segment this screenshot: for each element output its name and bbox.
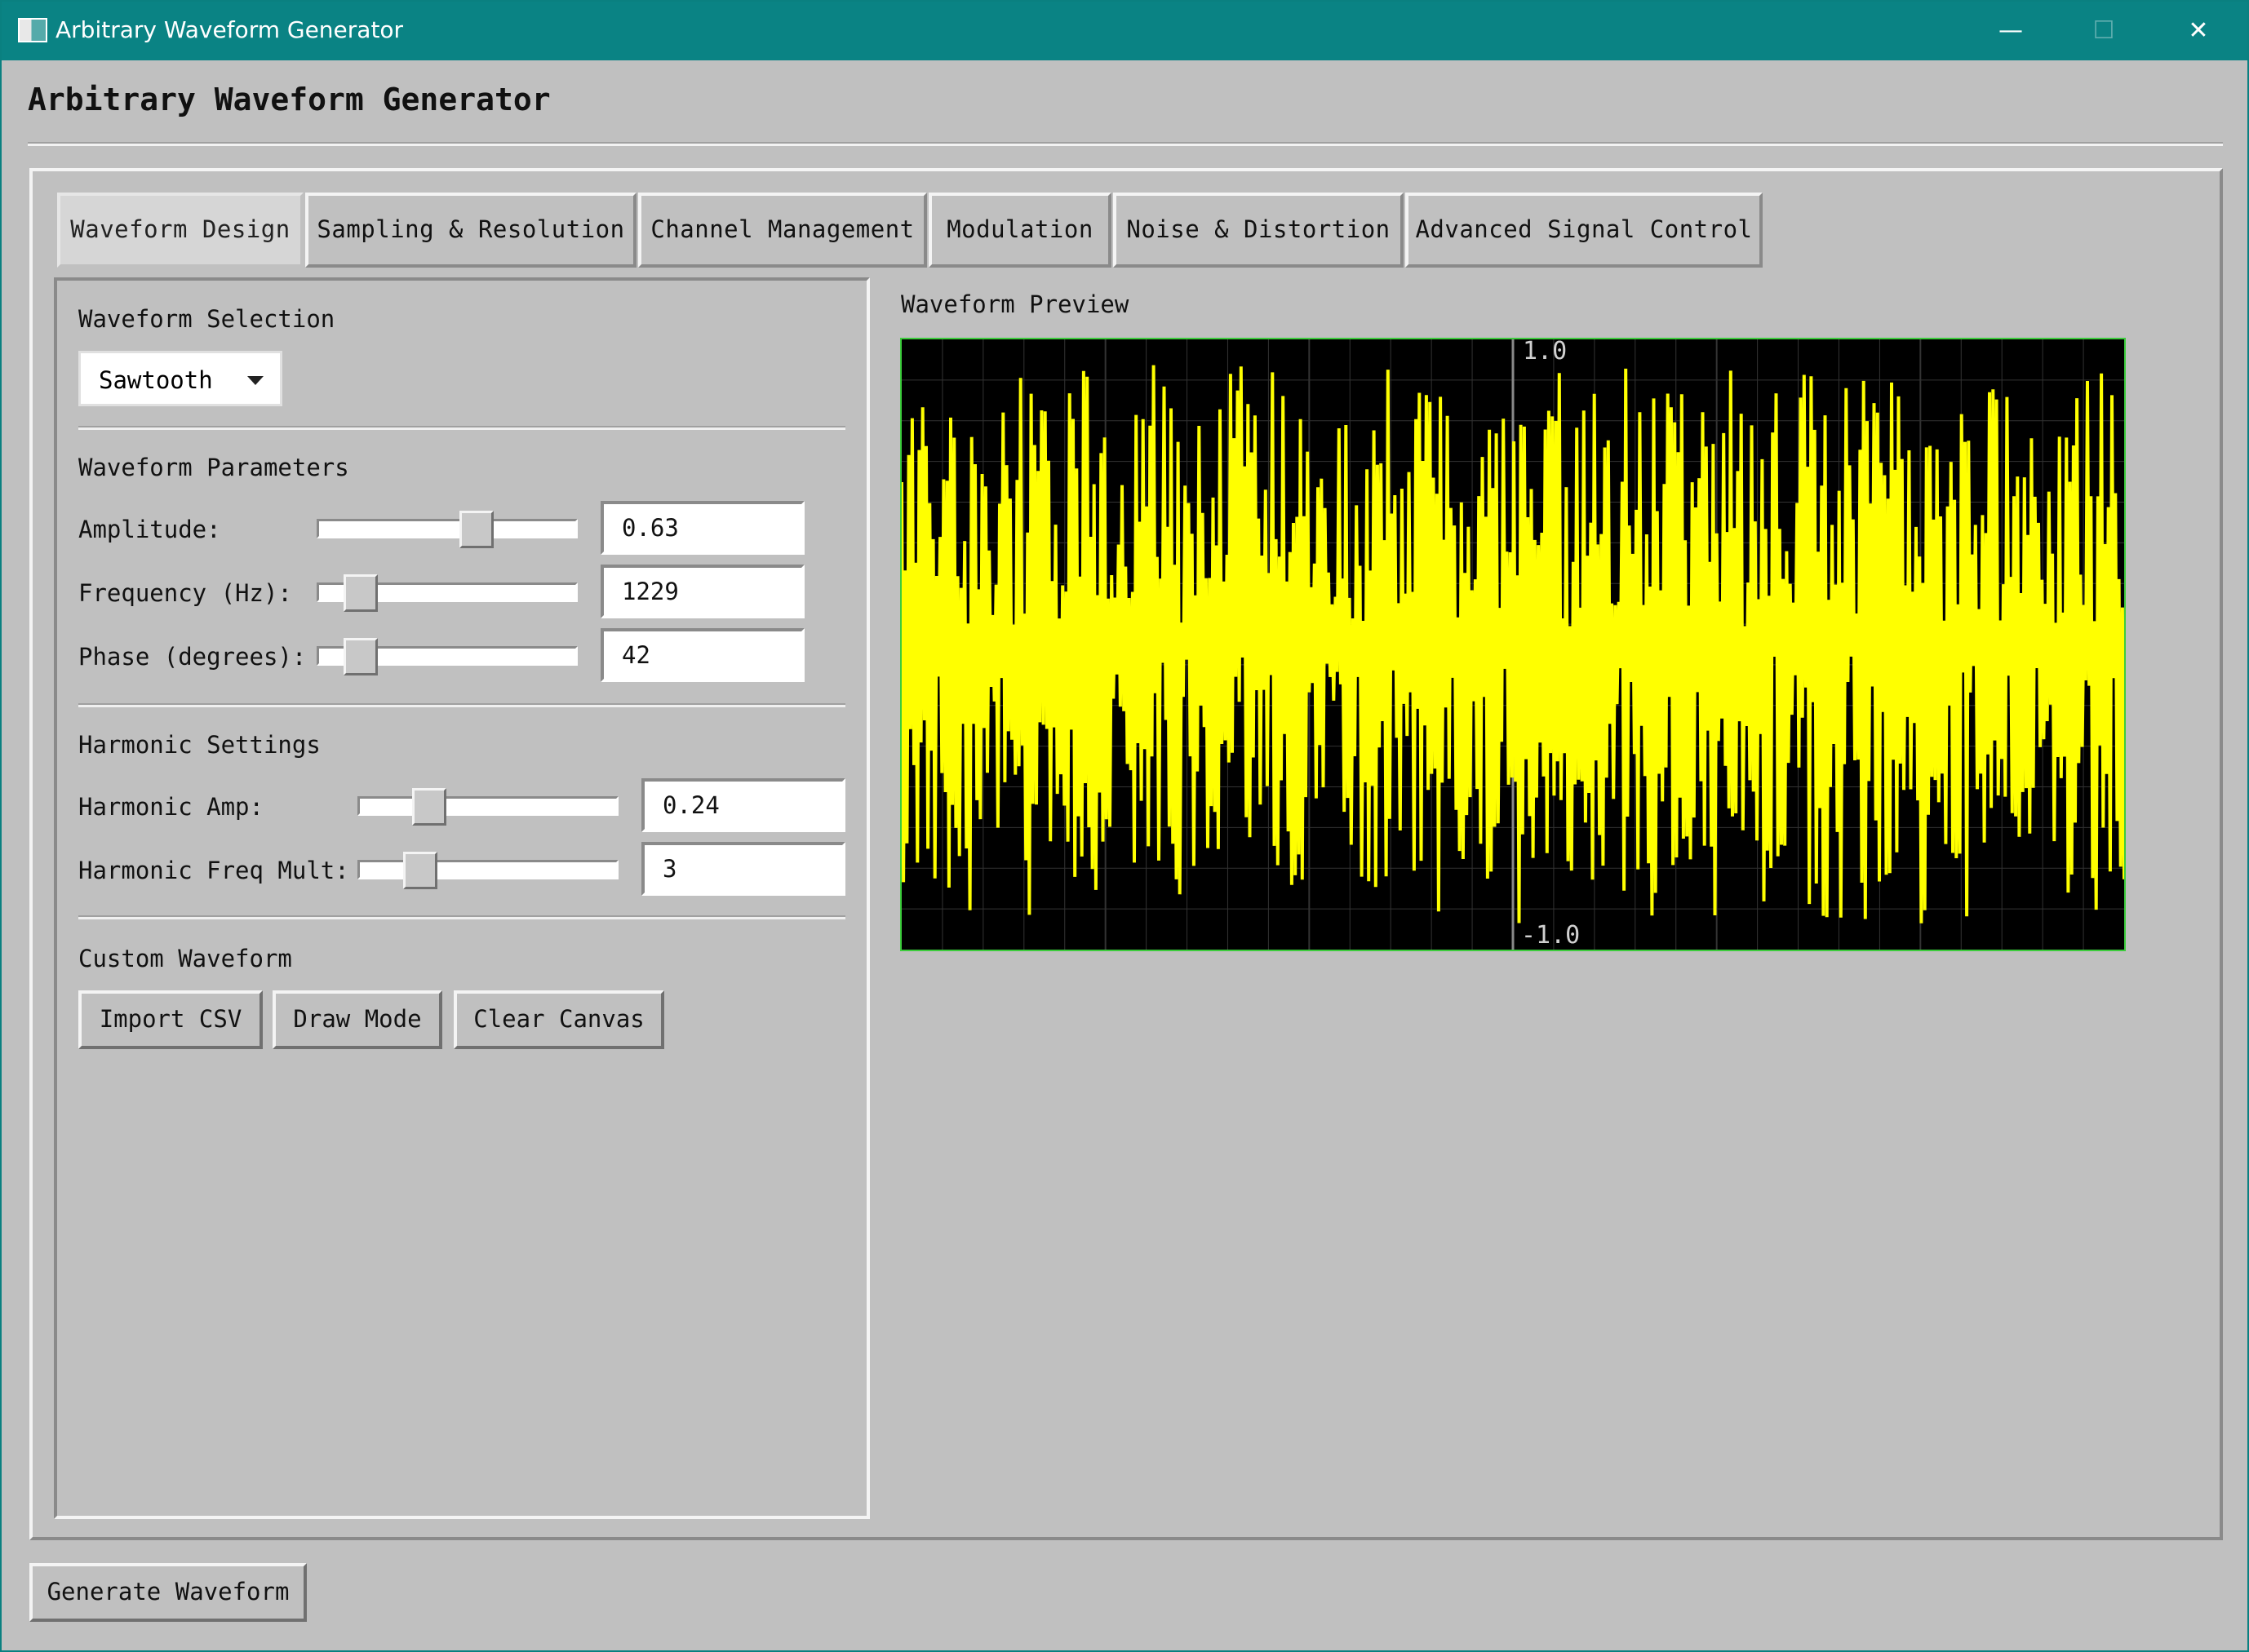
- slider-track[interactable]: [357, 860, 619, 879]
- tab-advanced-signal-control[interactable]: Advanced Signal Control: [1405, 193, 1763, 268]
- harmonic-amp-label: Harmonic Amp:: [78, 793, 264, 821]
- slider-thumb[interactable]: [344, 638, 378, 675]
- phase-field[interactable]: 42: [601, 628, 805, 682]
- section-divider: [78, 703, 845, 707]
- waveform-parameters-heading: Waveform Parameters: [78, 454, 349, 481]
- slider-thumb[interactable]: [412, 788, 446, 826]
- slider-track[interactable]: [357, 796, 619, 816]
- waveform-type-value: Sawtooth: [99, 366, 213, 394]
- section-divider: [78, 915, 845, 919]
- harmonic-settings-heading: Harmonic Settings: [78, 731, 321, 759]
- app-icon: [18, 18, 47, 42]
- waveform-preview-title: Waveform Preview: [901, 290, 1129, 318]
- frequency-slider[interactable]: [317, 574, 578, 612]
- tab-sampling-resolution[interactable]: Sampling & Resolution: [305, 193, 637, 268]
- amplitude-label: Amplitude:: [78, 516, 221, 543]
- waveform-chart: 1.0 -1.0: [902, 339, 2124, 950]
- tab-noise-distortion[interactable]: Noise & Distortion: [1113, 193, 1404, 268]
- tab-channel-management[interactable]: Channel Management: [638, 193, 927, 268]
- slider-thumb[interactable]: [459, 511, 494, 548]
- slider-track[interactable]: [317, 519, 578, 538]
- harmonic-freq-mult-label: Harmonic Freq Mult:: [78, 857, 349, 884]
- clear-canvas-button[interactable]: Clear Canvas: [454, 990, 664, 1049]
- minimize-icon[interactable]: —: [1986, 13, 2035, 49]
- close-icon[interactable]: ✕: [2174, 13, 2223, 49]
- harmonic-amp-field[interactable]: 0.24: [641, 778, 845, 832]
- waveform-type-select[interactable]: Sawtooth: [78, 351, 282, 406]
- custom-waveform-heading: Custom Waveform: [78, 945, 292, 972]
- phase-label: Phase (degrees):: [78, 643, 307, 671]
- tab-waveform-design[interactable]: Waveform Design: [57, 193, 304, 268]
- harmonic-freq-mult-slider[interactable]: [357, 852, 619, 889]
- page-title: Arbitrary Waveform Generator: [28, 82, 551, 117]
- header-divider: [28, 142, 2223, 146]
- harmonic-amp-slider[interactable]: [357, 788, 619, 826]
- amplitude-field[interactable]: 0.63: [601, 501, 805, 555]
- title-bar[interactable]: Arbitrary Waveform Generator — ☐ ✕: [2, 2, 2247, 60]
- generate-waveform-button[interactable]: Generate Waveform: [29, 1563, 307, 1622]
- tab-modulation[interactable]: Modulation: [929, 193, 1111, 268]
- harmonic-freq-mult-field[interactable]: 3: [641, 842, 845, 896]
- import-csv-button[interactable]: Import CSV: [78, 990, 263, 1049]
- draw-mode-button[interactable]: Draw Mode: [273, 990, 442, 1049]
- maximize-icon[interactable]: ☐: [2079, 13, 2128, 49]
- chevron-down-icon: [247, 376, 264, 385]
- y-min-label: -1.0: [1521, 921, 1580, 950]
- slider-thumb[interactable]: [403, 852, 437, 889]
- frequency-field[interactable]: 1229: [601, 565, 805, 618]
- app-window: Arbitrary Waveform Generator — ☐ ✕ Arbit…: [0, 0, 2249, 1652]
- frequency-label: Frequency (Hz):: [78, 579, 292, 607]
- waveform-preview-canvas[interactable]: 1.0 -1.0: [900, 338, 2126, 951]
- amplitude-slider[interactable]: [317, 511, 578, 548]
- window-title: Arbitrary Waveform Generator: [55, 16, 404, 43]
- waveform-selection-heading: Waveform Selection: [78, 305, 335, 333]
- y-max-label: 1.0: [1523, 339, 1567, 365]
- phase-slider[interactable]: [317, 638, 578, 675]
- slider-thumb[interactable]: [344, 574, 378, 612]
- section-divider: [78, 426, 845, 430]
